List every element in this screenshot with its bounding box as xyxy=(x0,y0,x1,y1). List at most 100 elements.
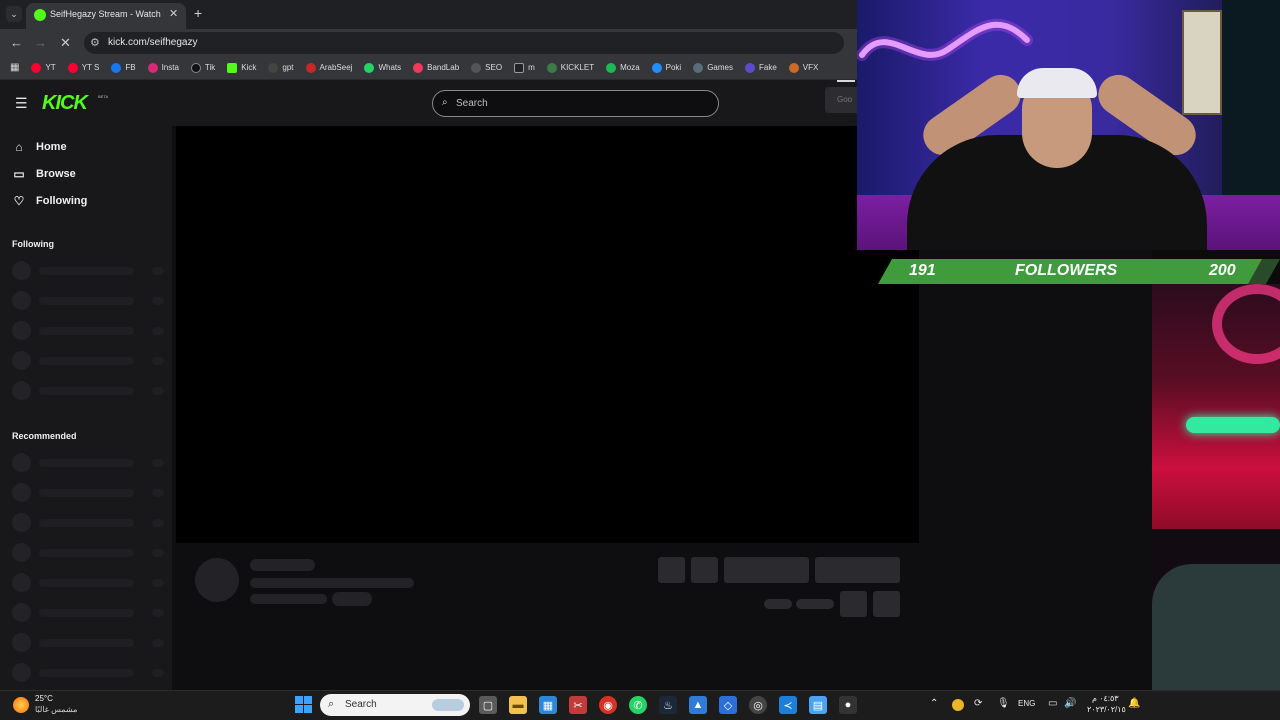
kicklet-icon xyxy=(546,62,557,73)
bookmark-label: Moza xyxy=(620,63,640,72)
url-text[interactable]: kick.com/seifhegazy xyxy=(108,37,197,48)
bookmark-moza[interactable]: Moza xyxy=(606,62,640,73)
whatsapp-icon[interactable]: ✆ xyxy=(629,696,647,714)
search-placeholder: Search xyxy=(456,98,488,109)
active-tab[interactable]: SeifHegazy Stream - Watch Live ✕ xyxy=(26,3,186,29)
followers-label: FOLLOWERS xyxy=(1015,262,1118,279)
webcam-overlay xyxy=(857,0,1280,250)
taskbar-search-input[interactable]: ⌕ Search xyxy=(320,694,470,716)
sidebar-item-following[interactable]: ♡ Following xyxy=(12,194,88,208)
forward-icon[interactable]: → xyxy=(34,35,47,50)
skeleton-channel-row xyxy=(12,381,164,400)
address-bar[interactable]: ⚙ kick.com/seifhegazy xyxy=(84,32,844,54)
language-indicator[interactable]: ENG xyxy=(1018,699,1035,708)
sidebar-item-browse[interactable]: ▭ Browse xyxy=(12,167,76,181)
weather-description[interactable]: مشمس غالبًا xyxy=(35,705,77,714)
clock-time[interactable]: ٠٤:٥٣ م xyxy=(1092,694,1119,703)
stop-loading-icon[interactable]: ✕ xyxy=(60,35,71,51)
obs-icon[interactable]: ◎ xyxy=(749,696,767,714)
gpt-icon xyxy=(268,62,279,73)
bookmark-label: VFX xyxy=(802,63,819,72)
skeleton-channel-row xyxy=(12,321,164,340)
steam-icon[interactable]: ♨ xyxy=(659,696,677,714)
notepad-icon[interactable]: ▤ xyxy=(809,696,827,714)
bookmark-whats[interactable]: Whats xyxy=(364,62,402,73)
sidebar-item-label: Browse xyxy=(36,168,76,180)
vscode-icon[interactable]: ≺ xyxy=(779,696,797,714)
bookmark-seo[interactable]: SEO xyxy=(471,62,502,73)
bookmark-label: gpt xyxy=(282,63,294,72)
store-icon[interactable]: ▦ xyxy=(539,696,557,714)
kick-logo[interactable]: KICK xyxy=(42,92,88,115)
skeleton-line xyxy=(250,559,315,571)
network-icon[interactable]: ▭ xyxy=(1048,698,1057,709)
sun-icon[interactable] xyxy=(13,697,29,713)
file-explorer-icon[interactable]: ▬ xyxy=(509,696,527,714)
video-player[interactable] xyxy=(176,126,919,543)
hamburger-menu-icon[interactable]: ☰ xyxy=(15,95,28,112)
sync-icon[interactable]: ⟳ xyxy=(974,698,982,709)
tray-app-icon[interactable] xyxy=(952,699,964,711)
weather-temperature[interactable]: 25°C xyxy=(35,694,53,703)
skeleton-channel-row xyxy=(12,261,164,280)
bookmark-insta[interactable]: Insta xyxy=(147,62,179,73)
volume-icon[interactable]: 🔊 xyxy=(1064,698,1076,709)
microphone-app-icon[interactable]: ● xyxy=(839,696,857,714)
bookmark-fake[interactable]: Fake xyxy=(745,62,777,73)
bookmark-label: Games xyxy=(707,63,733,72)
bookmark-kicklet[interactable]: KICKLET xyxy=(546,62,594,73)
fake-icon xyxy=(745,62,755,73)
back-icon[interactable]: ← xyxy=(10,35,23,50)
skeleton-line xyxy=(764,599,792,609)
microphone-icon[interactable]: 🎙 xyxy=(997,698,1010,709)
bookmark-tik[interactable]: Tik xyxy=(190,62,215,73)
new-tab-button[interactable]: + xyxy=(194,6,202,20)
facebook-icon xyxy=(111,62,122,73)
bookmark-gpt[interactable]: gpt xyxy=(268,62,294,73)
browse-icon: ▭ xyxy=(13,167,25,181)
apps-grid-icon[interactable]: ▦ xyxy=(10,62,19,73)
skeleton-channel-row xyxy=(12,573,164,592)
bookmark-games[interactable]: Games xyxy=(693,62,733,73)
bookmark-label: Insta xyxy=(161,63,179,72)
bookmark-arabseej[interactable]: ArabSeej xyxy=(305,62,352,73)
photo-app-icon[interactable]: ▲ xyxy=(689,696,707,714)
streamer-cap xyxy=(1017,68,1097,98)
tray-overflow-icon[interactable]: ⌃ xyxy=(930,698,938,709)
skeleton-button xyxy=(840,591,867,617)
windows-start-icon[interactable] xyxy=(295,696,312,713)
heart-icon: ♡ xyxy=(13,194,25,208)
kick-favicon-icon xyxy=(34,9,46,21)
notification-bell-icon[interactable]: 🔔 xyxy=(1128,698,1140,709)
bookmark-yt-s[interactable]: YT S xyxy=(67,62,99,73)
snipping-icon[interactable]: ✂ xyxy=(569,696,587,714)
task-view-icon[interactable]: ▢ xyxy=(479,696,497,714)
header-divider xyxy=(837,80,855,82)
bookmark-label: Whats xyxy=(378,63,402,72)
m-icon xyxy=(514,62,525,73)
bookmark-bandlab[interactable]: BandLab xyxy=(413,62,459,73)
skeleton-line xyxy=(796,599,834,609)
close-icon[interactable]: ✕ xyxy=(169,7,178,20)
sidebar-item-home[interactable]: ⌂ Home xyxy=(12,140,67,154)
bookmark-m[interactable]: m xyxy=(514,62,535,73)
chrome-icon[interactable]: ◉ xyxy=(599,696,617,714)
bookmark-vfx[interactable]: VFX xyxy=(788,62,819,73)
kick-icon xyxy=(227,62,238,73)
bookmark-poki[interactable]: Poki xyxy=(651,62,681,73)
skeleton-channel-row xyxy=(12,291,164,310)
chevron-down-icon[interactable]: ⌄ xyxy=(6,6,22,22)
bookmark-yt[interactable]: YT xyxy=(31,62,56,73)
clock-date[interactable]: ٢٠٢٣/٠٢/١٥ xyxy=(1087,705,1126,714)
bookmark-fb[interactable]: FB xyxy=(111,62,136,73)
search-input[interactable]: ⌕ Search xyxy=(432,90,719,117)
site-info-icon[interactable]: ⚙ xyxy=(90,36,100,49)
poki-icon xyxy=(651,62,662,73)
stream-info-skeleton xyxy=(176,543,919,633)
ai-app-icon[interactable]: ◇ xyxy=(719,696,737,714)
sidebar: ⌂ Home ▭ Browse ♡ Following Following Recom… xyxy=(0,126,172,690)
bookmark-kick[interactable]: Kick xyxy=(227,62,256,73)
followers-current: 191 xyxy=(909,262,936,279)
sidebar-item-label: Home xyxy=(36,141,67,153)
taskbar-search-placeholder: Search xyxy=(345,699,377,710)
